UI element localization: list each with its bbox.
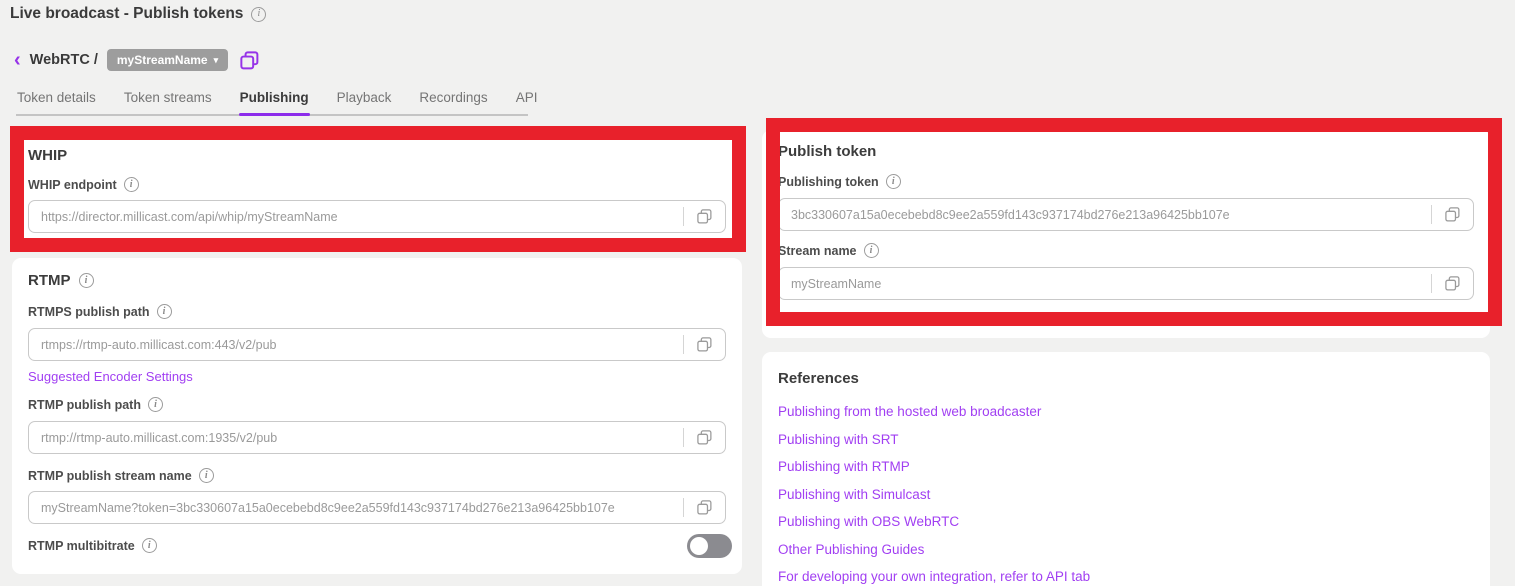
whip-card: WHIP WHIP endpoint i	[12, 133, 742, 245]
reference-link-srt[interactable]: Publishing with SRT	[778, 432, 1090, 447]
stream-name-field	[778, 267, 1474, 300]
info-icon[interactable]: i	[142, 538, 157, 553]
copy-icon	[696, 429, 713, 446]
rtmp-heading: RTMP i	[28, 272, 94, 289]
whip-endpoint-input[interactable]	[29, 201, 683, 232]
stream-name-label-text: Stream name	[778, 244, 857, 258]
tab-bar: Token details Token streams Publishing P…	[16, 84, 528, 116]
publishing-token-input[interactable]	[779, 199, 1431, 230]
rtmp-heading-text: RTMP	[28, 272, 71, 289]
info-icon[interactable]: i	[79, 273, 94, 288]
rtmp-multibitrate-toggle[interactable]	[687, 534, 732, 558]
reference-link-api-tab[interactable]: For developing your own integration, ref…	[778, 569, 1090, 584]
rtmp-card: RTMP i RTMPS publish path i Suggested En…	[12, 258, 742, 574]
info-icon[interactable]: i	[148, 397, 163, 412]
tab-token-streams[interactable]: Token streams	[123, 84, 213, 114]
copy-rtmp-stream-name-button[interactable]	[683, 492, 725, 523]
references-card: References Publishing from the hosted we…	[762, 352, 1490, 586]
publish-token-heading: Publish token	[778, 143, 876, 160]
copy-icon	[696, 336, 713, 353]
rtmps-publish-path-field	[28, 328, 726, 361]
references-heading: References	[778, 370, 859, 387]
whip-endpoint-field	[28, 200, 726, 233]
stream-name-dropdown[interactable]: myStreamName ▾	[107, 49, 228, 71]
publishing-token-label-text: Publishing token	[778, 175, 879, 189]
stream-name-label: Stream name i	[778, 243, 879, 258]
copy-rtmp-path-button[interactable]	[683, 422, 725, 453]
copy-rtmps-path-button[interactable]	[683, 329, 725, 360]
back-chevron-icon[interactable]: ‹	[14, 50, 21, 70]
toggle-knob	[690, 537, 708, 555]
info-icon[interactable]: i	[199, 468, 214, 483]
copy-icon	[239, 50, 260, 71]
rtmps-publish-path-label-text: RTMPS publish path	[28, 305, 150, 319]
copy-icon	[1444, 275, 1461, 292]
info-icon[interactable]: i	[124, 177, 139, 192]
publishing-token-field	[778, 198, 1474, 231]
whip-endpoint-label: WHIP endpoint i	[28, 177, 139, 192]
rtmp-publish-stream-name-input[interactable]	[29, 492, 683, 523]
info-icon[interactable]: i	[864, 243, 879, 258]
chevron-down-icon: ▾	[214, 55, 219, 66]
rtmps-publish-path-input[interactable]	[29, 329, 683, 360]
rtmp-publish-stream-name-label-text: RTMP publish stream name	[28, 469, 192, 483]
date-created-value: 5 Oct 2023 - 02:46	[872, 313, 976, 327]
copy-icon	[696, 208, 713, 225]
whip-heading: WHIP	[28, 147, 67, 164]
date-created-row: Date created 5 Oct 2023 - 02:46	[778, 312, 976, 327]
publishing-token-label: Publishing token i	[778, 174, 901, 189]
tab-api[interactable]: API	[515, 84, 539, 114]
whip-heading-text: WHIP	[28, 147, 67, 164]
date-created-label: Date created	[778, 312, 856, 327]
stream-name-badge-label: myStreamName	[117, 53, 208, 67]
info-icon[interactable]: i	[886, 174, 901, 189]
rtmp-publish-path-field	[28, 421, 726, 454]
tab-publishing[interactable]: Publishing	[239, 84, 310, 114]
copy-publishing-token-button[interactable]	[1431, 199, 1473, 230]
copy-whip-endpoint-button[interactable]	[683, 201, 725, 232]
info-icon[interactable]: i	[251, 7, 266, 22]
publish-token-card: Publish token Publishing token i Stream …	[762, 130, 1490, 338]
rtmp-multibitrate-label-text: RTMP multibitrate	[28, 539, 135, 553]
reference-link-hosted-broadcaster[interactable]: Publishing from the hosted web broadcast…	[778, 404, 1090, 419]
whip-endpoint-label-text: WHIP endpoint	[28, 178, 117, 192]
rtmp-publish-path-label: RTMP publish path i	[28, 397, 163, 412]
reference-link-other-guides[interactable]: Other Publishing Guides	[778, 542, 1090, 557]
stream-name-input[interactable]	[779, 268, 1431, 299]
references-list: Publishing from the hosted web broadcast…	[778, 404, 1090, 586]
tab-token-details[interactable]: Token details	[16, 84, 97, 114]
publish-token-heading-text: Publish token	[778, 143, 876, 160]
reference-link-obs-webrtc[interactable]: Publishing with OBS WebRTC	[778, 514, 1090, 529]
suggested-encoder-settings-link[interactable]: Suggested Encoder Settings	[28, 369, 193, 384]
page-header: Live broadcast - Publish tokens i	[10, 5, 266, 23]
rtmp-publish-path-label-text: RTMP publish path	[28, 398, 141, 412]
info-icon[interactable]: i	[157, 304, 172, 319]
reference-link-simulcast[interactable]: Publishing with Simulcast	[778, 487, 1090, 502]
breadcrumb: ‹ WebRTC / myStreamName ▾	[14, 49, 260, 71]
copy-stream-name-button[interactable]	[239, 50, 260, 71]
copy-stream-name-value-button[interactable]	[1431, 268, 1473, 299]
copy-icon	[1444, 206, 1461, 223]
tab-playback[interactable]: Playback	[336, 84, 393, 114]
rtmp-publish-path-input[interactable]	[29, 422, 683, 453]
rtmps-publish-path-label: RTMPS publish path i	[28, 304, 172, 319]
tab-recordings[interactable]: Recordings	[418, 84, 488, 114]
breadcrumb-path[interactable]: WebRTC /	[30, 52, 98, 68]
page-title: Live broadcast - Publish tokens	[10, 5, 243, 23]
copy-icon	[696, 499, 713, 516]
reference-link-rtmp[interactable]: Publishing with RTMP	[778, 459, 1090, 474]
rtmp-publish-stream-name-label: RTMP publish stream name i	[28, 468, 214, 483]
rtmp-publish-stream-name-field	[28, 491, 726, 524]
rtmp-multibitrate-label: RTMP multibitrate i	[28, 538, 157, 553]
references-heading-text: References	[778, 370, 859, 387]
